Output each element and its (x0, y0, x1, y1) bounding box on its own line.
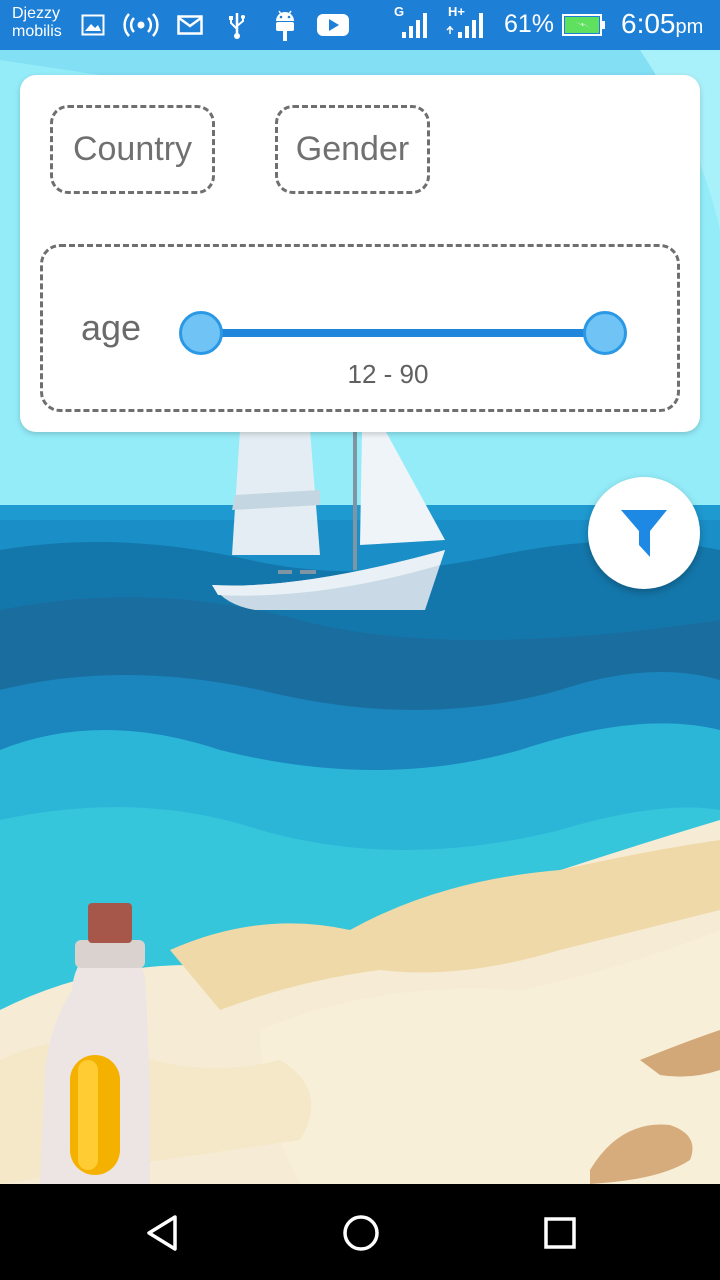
signal-hplus-icon: H+ (446, 4, 488, 42)
back-icon[interactable] (137, 1208, 187, 1258)
clock-ampm: pm (675, 16, 704, 38)
carrier-name: Djezzy mobilis (12, 5, 62, 41)
age-max-thumb[interactable] (583, 311, 627, 355)
carrier-line1: Djezzy (12, 5, 61, 22)
filter-icon (621, 510, 667, 557)
navigation-bar (0, 1184, 720, 1280)
battery-percent: 61% (504, 10, 555, 38)
battery-charging-icon (562, 14, 606, 36)
mail-icon (176, 8, 204, 42)
image-icon (80, 8, 106, 42)
carrier-line2: mobilis (12, 23, 62, 40)
gender-filter-chip[interactable]: Gender (275, 105, 430, 194)
filter-button[interactable] (588, 477, 700, 589)
filter-panel: Country Gender age 12 - 90 (20, 75, 700, 432)
recents-icon[interactable] (535, 1208, 585, 1258)
usb-icon (226, 8, 248, 42)
signal-hplus-label: H+ (448, 4, 465, 19)
age-min-thumb[interactable] (179, 311, 223, 355)
youtube-icon (316, 8, 350, 42)
clock: 6:05pm (621, 8, 703, 40)
age-range-slider[interactable] (201, 329, 606, 337)
age-range-value: 12 - 90 (347, 359, 429, 389)
clock-time: 6:05 (621, 8, 676, 39)
signal-g-icon: G (392, 4, 432, 42)
home-icon[interactable] (336, 1208, 386, 1258)
age-filter-box: age 12 - 90 (40, 244, 680, 412)
hotspot-icon (122, 8, 160, 42)
age-label: age (81, 307, 142, 348)
status-bar: Djezzy mobilis G H+ 61% 6:05pm (0, 0, 720, 50)
country-filter-chip[interactable]: Country (50, 105, 215, 194)
signal-g-label: G (394, 4, 405, 19)
android-icon (270, 8, 300, 42)
